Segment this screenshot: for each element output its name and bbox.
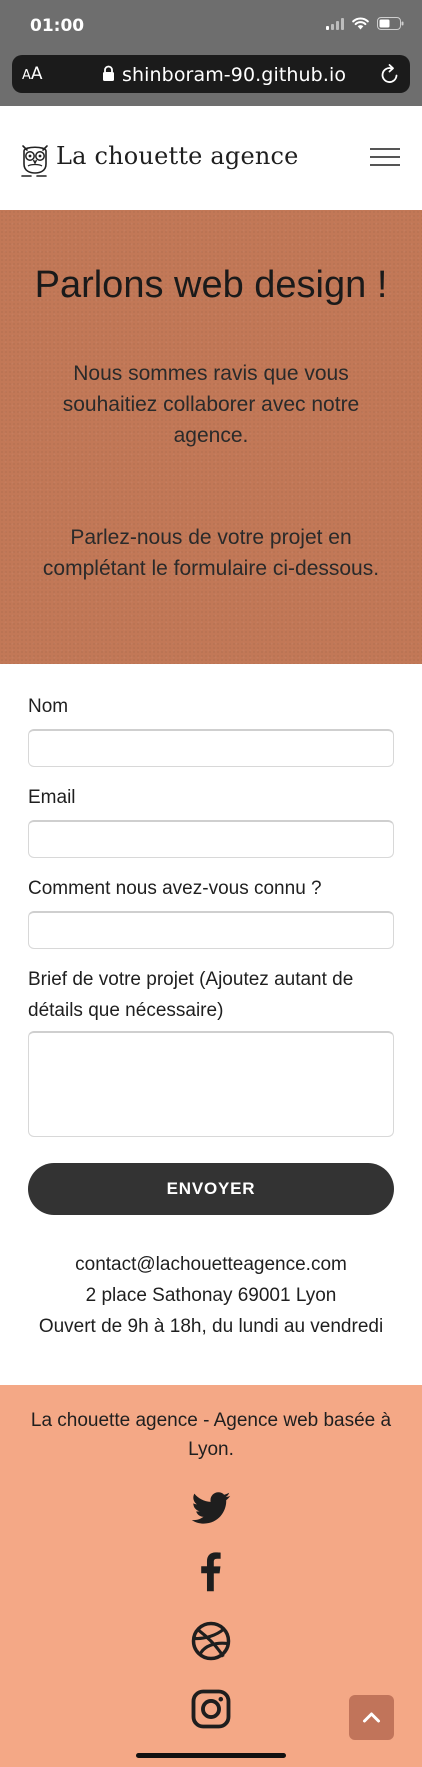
- scroll-to-top-button[interactable]: [349, 1695, 394, 1740]
- source-input[interactable]: [28, 911, 394, 949]
- lock-icon: [102, 65, 115, 87]
- battery-icon: [377, 17, 404, 30]
- status-bar: 01:00: [0, 0, 422, 50]
- status-icons: [326, 17, 404, 30]
- twitter-icon[interactable]: [190, 1487, 232, 1529]
- owl-logo-icon[interactable]: [18, 142, 52, 183]
- hero-paragraph-2: Parlez-nous de votre projet en complétan…: [42, 526, 380, 580]
- site-header: La chouette agence: [0, 106, 422, 210]
- email-label: Email: [28, 787, 76, 808]
- source-label: Comment nous avez-vous connu ?: [28, 878, 322, 899]
- url-text[interactable]: shinboram-90.github.io: [122, 64, 346, 86]
- name-input[interactable]: [28, 729, 394, 767]
- home-indicator: [136, 1753, 286, 1758]
- hero-section: Parlons web design ! Nous sommes ravis q…: [0, 210, 422, 664]
- brand-name[interactable]: La chouette agence: [56, 142, 299, 170]
- hamburger-menu-icon[interactable]: [370, 148, 400, 166]
- submit-button[interactable]: ENVOYER: [28, 1163, 394, 1215]
- chevron-up-icon: [363, 1712, 380, 1723]
- text-size-button[interactable]: AA: [22, 64, 43, 84]
- brief-textarea[interactable]: [28, 1031, 394, 1137]
- dribbble-icon[interactable]: [190, 1620, 232, 1662]
- hero-paragraph-1: Nous sommes ravis que vous souhaitiez co…: [62, 362, 360, 447]
- hero-title: Parlons web design !: [34, 264, 388, 306]
- url-bar[interactable]: AA shinboram-90.github.io: [12, 55, 410, 93]
- contact-address: 2 place Sathonay 69001 Lyon: [85, 1285, 337, 1306]
- brief-label: Brief de votre projet (Ajoutez autant de…: [28, 969, 354, 1021]
- reload-icon[interactable]: [380, 63, 400, 90]
- contact-info: contact@lachouetteagence.com 2 place Sat…: [0, 1249, 422, 1342]
- instagram-icon[interactable]: [190, 1688, 232, 1730]
- name-label: Nom: [28, 696, 69, 717]
- facebook-icon[interactable]: [190, 1551, 232, 1593]
- cellular-signal-icon: [326, 17, 344, 30]
- status-time: 01:00: [30, 16, 85, 36]
- footer-tagline: La chouette agence - Agence web basée à …: [30, 1410, 392, 1460]
- contact-hours: Ouvert de 9h à 18h, du lundi au vendredi: [38, 1316, 384, 1337]
- email-input[interactable]: [28, 820, 394, 858]
- browser-chrome: 01:00 AA shinboram-90.github.io: [0, 0, 422, 106]
- contact-email[interactable]: contact@lachouetteagence.com: [0, 1249, 422, 1280]
- site-footer: La chouette agence - Agence web basée à …: [0, 1385, 422, 1767]
- wifi-icon: [352, 17, 369, 30]
